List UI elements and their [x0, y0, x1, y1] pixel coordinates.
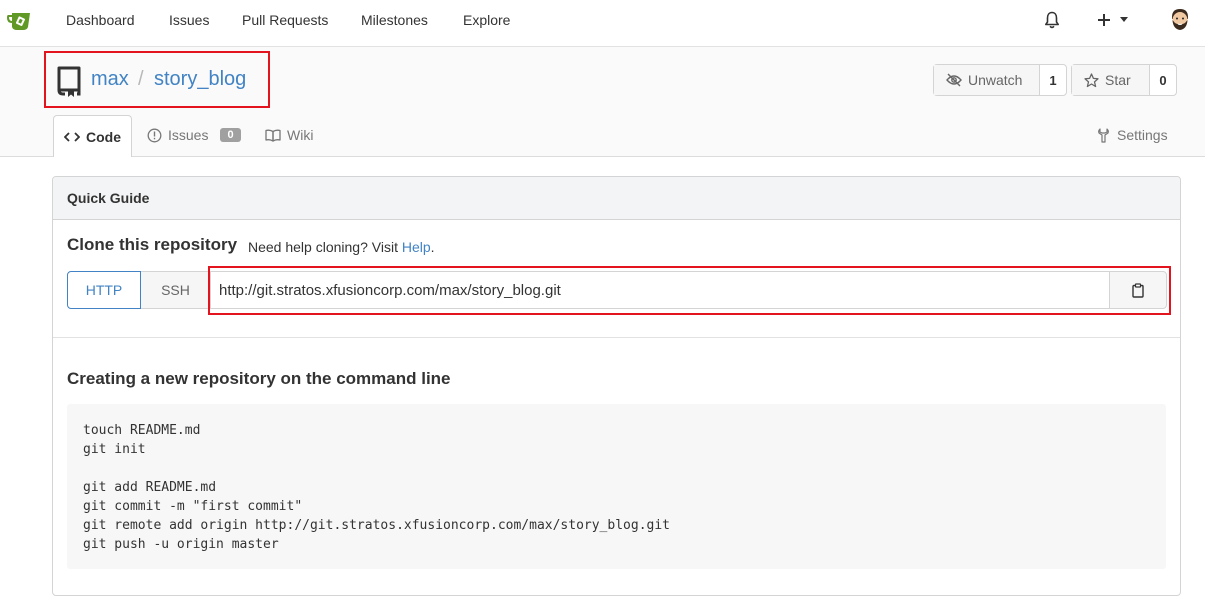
clone-help-link[interactable]: Help	[402, 239, 431, 255]
watch-count[interactable]: 1	[1040, 65, 1066, 95]
tab-code[interactable]: Code	[53, 115, 132, 157]
unwatch-label: Unwatch	[968, 72, 1023, 88]
caret-down-icon[interactable]	[1120, 17, 1128, 22]
tab-issues-label: Issues	[168, 127, 209, 143]
star-label: Star	[1105, 72, 1131, 88]
clone-help-prefix: Need help cloning? Visit	[248, 239, 402, 255]
tab-settings[interactable]: Settings	[1097, 115, 1168, 155]
code-icon	[64, 131, 80, 142]
top-navbar: Dashboard Issues Pull Requests Milestone…	[0, 0, 1205, 47]
tab-wiki-label: Wiki	[287, 127, 314, 143]
http-protocol-button[interactable]: HTTP	[67, 271, 141, 309]
nav-dashboard[interactable]: Dashboard	[66, 12, 135, 28]
unwatch-button[interactable]: Unwatch	[934, 65, 1040, 95]
new-repo-cmd-code: touch README.md git init git add README.…	[67, 404, 1166, 569]
tab-settings-label: Settings	[1117, 127, 1168, 143]
star-button[interactable]: Star	[1072, 65, 1150, 95]
star-count[interactable]: 0	[1150, 65, 1176, 95]
tab-code-label: Code	[86, 128, 121, 145]
clone-url-highlight	[208, 266, 1171, 315]
tab-wiki[interactable]: Wiki	[265, 115, 313, 155]
eye-slash-icon	[946, 73, 962, 87]
clone-help-suffix: .	[430, 239, 435, 255]
star-icon	[1084, 72, 1099, 87]
new-repo-cmd-title: Creating a new repository on the command…	[67, 369, 451, 388]
clone-help-text: Need help cloning? Visit Help.	[248, 239, 435, 255]
section-divider	[53, 337, 1180, 338]
quick-guide-panel: Quick Guide Clone this repository Need h…	[52, 176, 1181, 596]
plus-icon[interactable]	[1097, 13, 1111, 27]
ssh-protocol-button[interactable]: SSH	[141, 271, 211, 309]
star-button-group: Star 0	[1071, 64, 1177, 96]
repo-name-link[interactable]: story_blog	[154, 68, 246, 91]
nav-explore[interactable]: Explore	[463, 12, 510, 28]
quick-guide-title: Quick Guide	[67, 190, 150, 206]
tab-issues[interactable]: Issues 0	[147, 115, 241, 155]
gitea-logo-icon[interactable]	[6, 9, 36, 33]
book-icon	[265, 129, 281, 142]
issue-opened-icon	[147, 128, 162, 142]
repo-path-separator: /	[138, 68, 144, 90]
tools-icon	[1098, 127, 1109, 143]
quick-guide-header: Quick Guide	[53, 177, 1180, 220]
nav-pull-requests[interactable]: Pull Requests	[242, 12, 328, 28]
repo-owner-link[interactable]: max	[91, 68, 129, 91]
nav-milestones[interactable]: Milestones	[361, 12, 428, 28]
repo-book-icon	[57, 66, 81, 97]
issues-count-badge: 0	[220, 128, 241, 142]
user-avatar[interactable]	[1168, 7, 1192, 31]
bell-icon[interactable]	[1044, 11, 1060, 29]
repo-header: max / story_blog Unwatch 1 Star 0 Code I…	[0, 47, 1205, 157]
watch-button-group: Unwatch 1	[933, 64, 1067, 96]
nav-issues[interactable]: Issues	[169, 12, 209, 28]
clone-title: Clone this repository	[67, 235, 238, 254]
